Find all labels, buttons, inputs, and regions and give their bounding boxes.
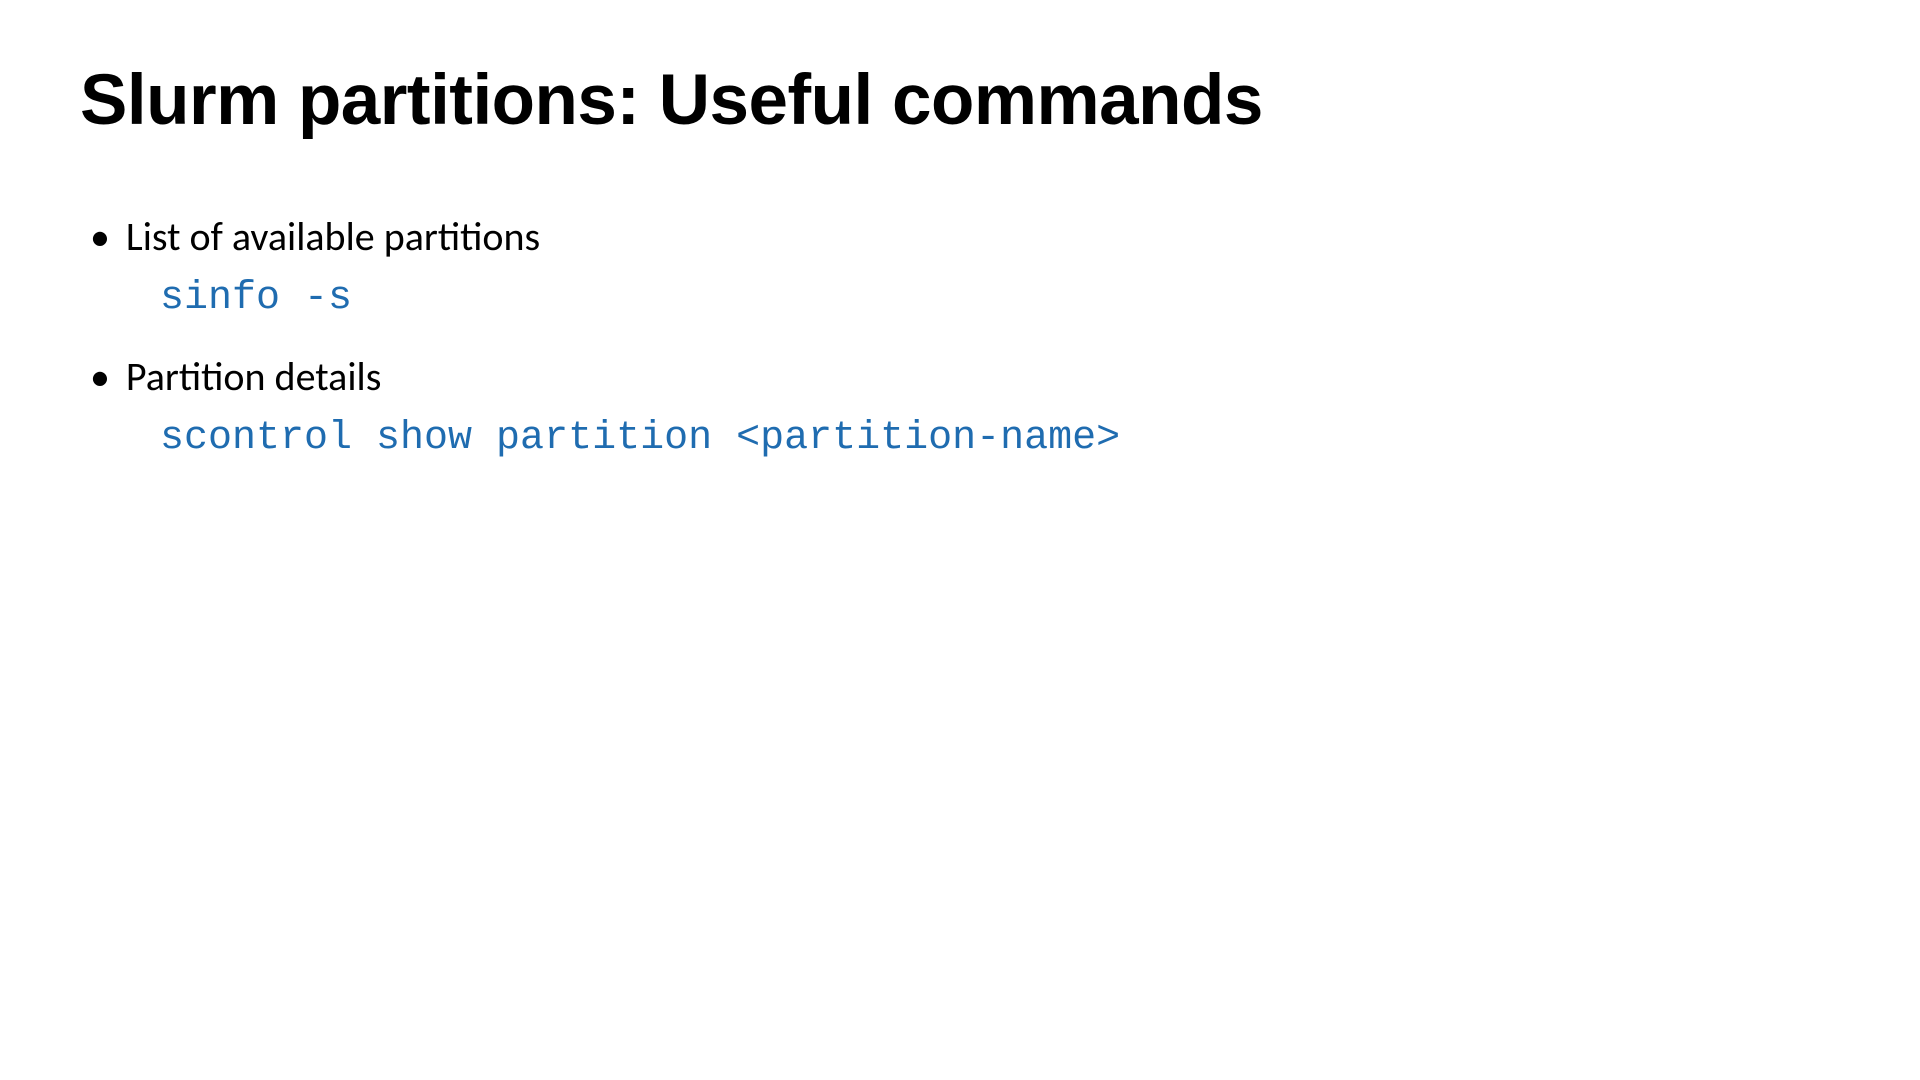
bullet-marker: •	[90, 351, 110, 403]
bullet-text: Partition details	[126, 351, 381, 403]
command-text: scontrol show partition <partition-name>	[160, 411, 1840, 467]
command-text: sinfo -s	[160, 271, 1840, 327]
bullet-text: List of available partitions	[126, 211, 540, 263]
bullet-marker: •	[90, 211, 110, 263]
bullet-item: • List of available partitions	[90, 211, 1840, 263]
slide-title: Slurm partitions: Useful commands	[80, 60, 1840, 141]
slide-content: • List of available partitions sinfo -s …	[80, 211, 1840, 467]
bullet-item: • Partition details	[90, 351, 1840, 403]
